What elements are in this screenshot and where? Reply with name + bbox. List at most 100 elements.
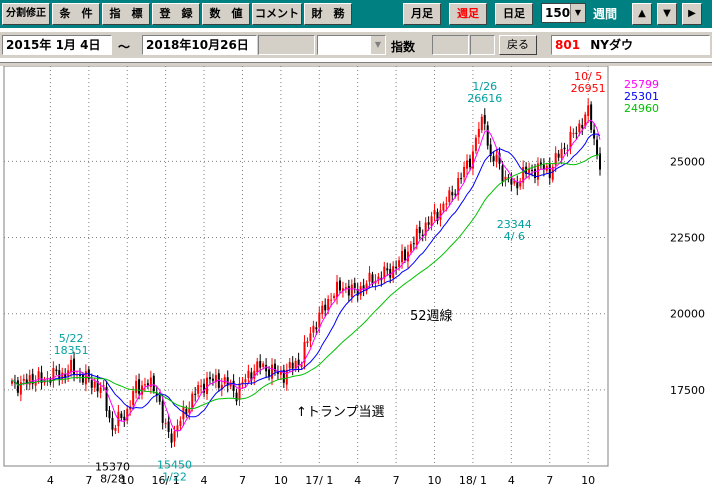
- candle-body: [194, 393, 197, 395]
- x-tick-label: 17/ 1: [305, 474, 333, 487]
- x-tick-label: 10: [581, 474, 595, 487]
- candle-body: [474, 137, 477, 151]
- start-date-field[interactable]: 2015年 1月 4日: [2, 35, 112, 55]
- candle-body: [480, 116, 483, 131]
- candle-body: [235, 392, 238, 402]
- annotation-line-2: 4/ 6: [504, 230, 525, 243]
- candle-body: [386, 268, 389, 271]
- candle-body: [427, 222, 430, 225]
- candle-body: [223, 377, 226, 384]
- candle-body: [315, 327, 318, 330]
- candle-body: [324, 304, 327, 311]
- candle-body: [73, 358, 76, 375]
- daily-button[interactable]: 日足: [495, 3, 533, 25]
- split-fix-button[interactable]: 分割修正: [2, 3, 50, 25]
- x-tick-label: 4: [201, 474, 208, 487]
- candle-body: [359, 286, 362, 296]
- candle-body: [557, 153, 560, 158]
- candle-body: [262, 363, 265, 368]
- candle-body: [114, 427, 117, 431]
- x-tick-label: 7: [393, 474, 400, 487]
- candle-body: [516, 182, 519, 189]
- candle-body: [247, 370, 250, 379]
- y-tick-label: 22500: [670, 232, 705, 245]
- scroll-up-button[interactable]: ▲: [632, 3, 652, 25]
- candle-body: [451, 192, 454, 196]
- candle-body: [22, 378, 25, 381]
- y-tick-label: 20000: [670, 308, 705, 321]
- candle-body: [587, 105, 590, 117]
- y-tick-label: 17500: [670, 384, 705, 397]
- candle-body: [99, 387, 102, 393]
- candle-body: [353, 282, 356, 289]
- candle-body: [70, 359, 73, 373]
- candle-body: [244, 379, 247, 383]
- candle-body: [477, 128, 480, 138]
- values-button[interactable]: 数 値: [202, 3, 250, 25]
- candle-body: [350, 284, 353, 298]
- candle-body: [347, 285, 350, 296]
- candle-body: [510, 179, 513, 185]
- candle-body: [312, 325, 315, 333]
- candle-body: [200, 385, 203, 387]
- candle-body: [271, 364, 274, 379]
- blank-field: [258, 35, 315, 55]
- candle-body: [466, 160, 469, 169]
- candle-body: [309, 333, 312, 342]
- candle-body: [285, 369, 288, 385]
- legend-value: 24960: [624, 102, 659, 115]
- candle-body: [282, 369, 285, 383]
- comment-button[interactable]: コメント: [252, 3, 302, 25]
- candle-body: [492, 156, 495, 162]
- monthly-button[interactable]: 月足: [403, 3, 441, 25]
- candle-body: [81, 374, 84, 383]
- candle-body: [291, 362, 294, 369]
- x-tick-label: 4: [47, 474, 54, 487]
- weekly-button[interactable]: 週足: [449, 3, 487, 25]
- candlestick-chart: 250002250020000175004 7 10 16/ 1 4 7 10 17/ 147…: [3, 65, 705, 487]
- scroll-down-button[interactable]: ▼: [657, 3, 677, 25]
- back-button[interactable]: 戻る: [499, 35, 537, 55]
- conditions-button[interactable]: 条 件: [52, 3, 100, 25]
- candle-body: [433, 210, 436, 215]
- bar-count-value: 150: [545, 6, 571, 20]
- candle-body: [581, 125, 584, 129]
- chevron-down-icon[interactable]: ▼: [570, 4, 585, 22]
- symbol-field[interactable]: 801 NYダウ: [551, 35, 710, 55]
- end-date-field[interactable]: 2018年10月26日: [142, 35, 257, 55]
- candle-body: [170, 433, 173, 443]
- register-button[interactable]: 登 録: [152, 3, 200, 25]
- candle-body: [208, 377, 211, 380]
- candle-body: [321, 305, 324, 315]
- candle-body: [265, 364, 268, 372]
- candle-body: [55, 369, 58, 372]
- candle-body: [575, 132, 578, 134]
- candle-body: [232, 380, 235, 391]
- index-box-2: [470, 35, 495, 55]
- candle-body: [445, 203, 448, 205]
- date-range-tilde: 〜: [118, 40, 131, 54]
- candle-body: [590, 104, 593, 130]
- chevron-down-icon[interactable]: ▼: [371, 36, 385, 54]
- candle-body: [108, 410, 111, 419]
- election-note: ↑トランプ当選: [296, 405, 385, 420]
- financials-button[interactable]: 財 務: [304, 3, 352, 25]
- candle-body: [238, 383, 241, 400]
- candle-body: [111, 417, 114, 430]
- candle-body: [401, 251, 404, 263]
- candle-body: [330, 299, 333, 301]
- indicators-button[interactable]: 指 標: [102, 3, 150, 25]
- index-box-1: [432, 35, 469, 55]
- toolbar: 分割修正 条 件 指 標 登 録 数 値 コメント 財 務 月足 週足 日足 1…: [0, 0, 712, 28]
- candle-body: [448, 190, 451, 203]
- ma52-note: 52週線: [410, 308, 453, 324]
- candle-body: [132, 391, 135, 406]
- candle-body: [460, 178, 463, 180]
- candle-body: [454, 193, 457, 195]
- candle-body: [120, 413, 123, 419]
- candle-body: [37, 371, 40, 380]
- scroll-right-button[interactable]: ▶: [682, 3, 702, 25]
- bar-count-select[interactable]: 150 ▼: [541, 3, 586, 23]
- x-tick-label: 7: [239, 474, 246, 487]
- index-combo[interactable]: ▼: [317, 35, 386, 55]
